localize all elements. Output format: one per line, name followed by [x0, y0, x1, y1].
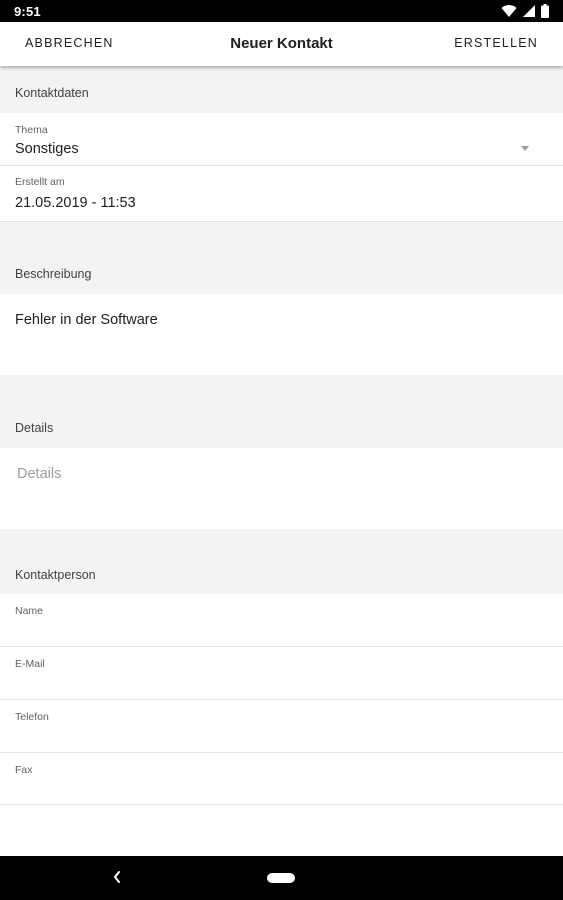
email-label: E-Mail	[15, 658, 45, 670]
created-at-field: Erstellt am 21.05.2019 - 11:53	[0, 166, 563, 222]
section-contact-data: Kontaktdaten	[0, 66, 563, 113]
fax-label: Fax	[15, 764, 33, 776]
signal-icon	[523, 5, 535, 17]
section-label-contact-data: Kontaktdaten	[15, 86, 89, 100]
name-label: Name	[15, 605, 44, 617]
status-time: 9:51	[14, 4, 41, 19]
created-at-value: 21.05.2019 - 11:53	[15, 195, 136, 211]
phone-input[interactable]: Telefon	[0, 700, 563, 753]
dropdown-arrow-icon	[521, 146, 529, 151]
create-button[interactable]: ERSTELLEN	[454, 36, 538, 50]
status-bar: 9:51	[0, 0, 563, 22]
topic-value: Sonstiges	[15, 141, 79, 157]
section-details: Details	[0, 375, 563, 448]
topic-label: Thema	[15, 124, 48, 136]
topic-dropdown[interactable]: Thema Sonstiges	[0, 113, 563, 166]
description-textarea[interactable]: Fehler in der Software	[0, 294, 563, 375]
section-contact-person: Kontaktperson	[0, 529, 563, 594]
wifi-icon	[501, 4, 517, 17]
fax-input[interactable]: Fax	[0, 753, 563, 805]
app-bar: ABBRECHEN Neuer Kontakt ERSTELLEN	[0, 22, 563, 66]
details-textarea[interactable]: Details	[0, 448, 563, 529]
navigation-bar	[0, 856, 563, 900]
section-label-description: Beschreibung	[15, 267, 92, 281]
section-label-contact-person: Kontaktperson	[15, 568, 96, 582]
created-at-label: Erstellt am	[15, 176, 65, 188]
details-placeholder: Details	[17, 466, 62, 482]
description-text: Fehler in der Software	[15, 312, 158, 328]
name-input[interactable]: Name	[0, 594, 563, 647]
section-description: Beschreibung	[0, 222, 563, 294]
email-input[interactable]: E-Mail	[0, 647, 563, 700]
status-icons	[501, 4, 549, 18]
home-pill-icon[interactable]	[267, 873, 295, 883]
back-icon[interactable]	[112, 870, 122, 884]
section-label-details: Details	[15, 421, 54, 435]
phone-label: Telefon	[15, 711, 49, 723]
battery-icon	[541, 4, 549, 18]
